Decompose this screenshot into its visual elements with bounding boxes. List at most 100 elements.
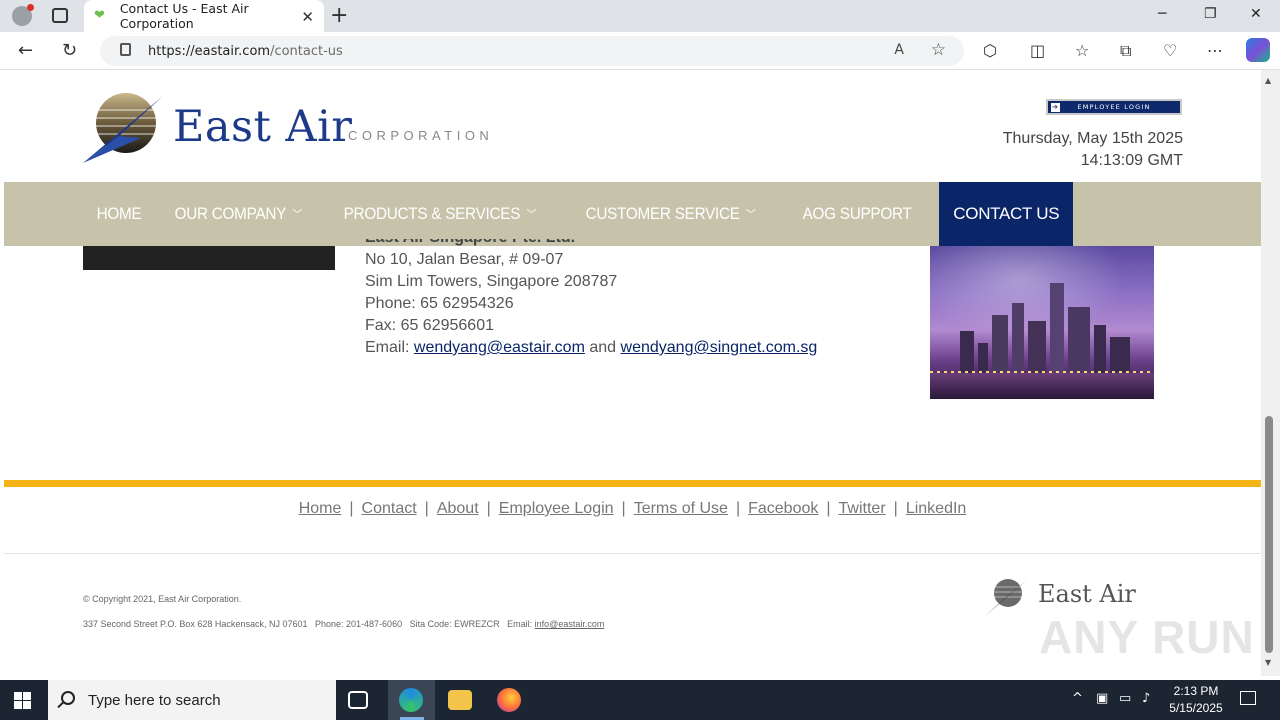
singapore-office-address: East Air Singapore Pte. Ltd. No 10, Jala… <box>365 228 817 359</box>
network-icon[interactable]: ▭ <box>1119 691 1131 706</box>
refresh-icon[interactable]: ↻ <box>62 40 77 61</box>
footer-logo-text: East Air <box>1038 580 1136 608</box>
task-view-icon[interactable] <box>348 691 368 709</box>
more-menu-icon[interactable]: ⋯ <box>1207 41 1223 60</box>
nav-label: CUSTOMER SERVICE <box>585 204 740 223</box>
copilot-icon[interactable] <box>1246 38 1270 62</box>
singapore-skyline-image <box>930 246 1154 399</box>
taskbar-time: 2:13 PM <box>1173 684 1219 698</box>
footer-email-label: Email: <box>507 619 533 629</box>
email-link-eastair[interactable]: wendyang@eastair.com <box>414 339 585 356</box>
anyrun-watermark: ANY RUN <box>1039 611 1255 663</box>
extensions-icon[interactable]: ⬡ <box>983 41 997 60</box>
nav-label: CONTACT US <box>953 204 1060 223</box>
footer-accent-bar <box>4 480 1261 487</box>
split-screen-icon[interactable]: ◫ <box>1030 41 1045 60</box>
new-tab-icon[interactable]: + <box>330 3 348 28</box>
firefox-icon[interactable] <box>497 688 521 712</box>
copyright-text: © Copyright 2021, East Air Corporation. <box>83 594 242 604</box>
nav-label: OUR COMPANY <box>174 204 286 223</box>
browser-essentials-icon[interactable]: ♡ <box>1163 41 1177 60</box>
sidebar-dark-panel <box>83 246 335 270</box>
footer-link-about[interactable]: About <box>437 500 479 517</box>
footer-links: Home | Contact | About | Employee Login | Terms … <box>4 500 1261 518</box>
divider: | <box>735 500 741 517</box>
notifications-icon[interactable] <box>1240 691 1256 705</box>
windows-start-icon[interactable] <box>14 692 31 709</box>
site-logo[interactable]: East Air CORPORATION <box>83 88 503 168</box>
office-address-line2: Sim Lim Towers, Singapore 208787 <box>365 273 618 290</box>
favorite-star-icon[interactable]: ☆ <box>931 40 946 60</box>
scroll-up-icon[interactable]: ▲ <box>1265 76 1271 85</box>
file-explorer-icon[interactable] <box>448 690 472 710</box>
url-path: /contact-us <box>270 43 343 59</box>
page-scrollbar[interactable]: ▲ ▼ <box>1261 70 1280 676</box>
volume-icon[interactable]: ♪ <box>1142 691 1150 706</box>
divider: | <box>424 500 429 517</box>
east-air-logo-icon <box>83 93 163 163</box>
divider: | <box>621 500 626 517</box>
chevron-down-icon: ﹀ <box>292 209 302 221</box>
footer-link-linkedin[interactable]: LinkedIn <box>906 500 967 517</box>
footer-email-link[interactable]: info@eastair.com <box>535 619 605 629</box>
minimize-icon[interactable]: ─ <box>1158 6 1166 22</box>
footer-address: 337 Second Street P.O. Box 628 Hackensac… <box>83 619 308 629</box>
device-icon[interactable]: ▣ <box>1096 691 1108 706</box>
header-date: Thursday, May 15th 2025 <box>1002 130 1183 147</box>
scroll-down-icon[interactable]: ▼ <box>1265 658 1271 667</box>
chevron-down-icon: ﹀ <box>526 209 537 221</box>
url-field[interactable]: https://eastair.com/contact-us A ☆ <box>100 36 964 66</box>
footer-contact-line: 337 Second Street P.O. Box 628 Hackensac… <box>83 619 604 629</box>
collections-icon[interactable]: ⧉ <box>1120 41 1131 61</box>
nav-item-our-company[interactable]: OUR COMPANY ﹀ <box>162 182 315 246</box>
employee-login-button[interactable]: ➔ EMPLOYEE LOGIN <box>1046 99 1182 115</box>
taskbar-search-box[interactable]: Type here to search <box>48 680 336 720</box>
address-bar-row: ← ↻ https://eastair.com/contact-us A ☆ ⬡… <box>0 32 1280 70</box>
header-datetime: Thursday, May 15th 2025 14:13:09 GMT <box>1003 128 1183 172</box>
office-fax: Fax: 65 62956601 <box>365 317 494 334</box>
footer-link-facebook[interactable]: Facebook <box>748 500 818 517</box>
email-link-singnet[interactable]: wendyang@singnet.com.sg <box>621 339 818 356</box>
divider: | <box>486 500 491 517</box>
nav-label: AOG SUPPORT <box>802 204 912 223</box>
nav-label: HOME <box>96 204 142 223</box>
divider: | <box>826 500 831 517</box>
scrollbar-thumb[interactable] <box>1265 416 1273 653</box>
read-aloud-icon[interactable]: A <box>894 42 904 58</box>
header-time: 14:13:09 GMT <box>1080 152 1183 169</box>
close-window-icon[interactable]: ✕ <box>1250 6 1262 22</box>
taskbar-clock[interactable]: 2:13 PM 5/15/2025 <box>1160 683 1232 717</box>
taskbar-search-placeholder: Type here to search <box>88 691 221 709</box>
close-tab-icon[interactable]: ✕ <box>301 8 314 26</box>
office-email-line: Email: wendyang@eastair.com and wendyang… <box>365 337 817 359</box>
nav-label: PRODUCTS & SERVICES <box>344 204 521 223</box>
taskbar-date: 5/15/2025 <box>1169 701 1223 715</box>
footer-phone: Phone: 201-487-6060 <box>315 619 403 629</box>
footer-divider <box>4 553 1261 554</box>
show-hidden-icons-icon[interactable]: ^ <box>1072 691 1083 706</box>
back-icon[interactable]: ← <box>18 40 33 61</box>
footer-link-twitter[interactable]: Twitter <box>839 500 886 517</box>
divider: | <box>349 500 354 517</box>
nav-item-contact-us[interactable]: CONTACT US <box>939 182 1074 246</box>
favorites-icon[interactable]: ☆ <box>1075 41 1089 60</box>
logo-brand-text: East Air <box>173 102 353 152</box>
profile-icon[interactable] <box>12 4 34 26</box>
browser-tab-strip: ❤ Contact Us - East Air Corporation ✕ + … <box>0 0 1280 32</box>
footer-link-employee-login[interactable]: Employee Login <box>499 500 614 517</box>
nav-item-home[interactable]: HOME <box>84 182 154 246</box>
employee-login-label: EMPLOYEE LOGIN <box>1077 103 1151 111</box>
email-label: Email: <box>365 339 410 356</box>
office-address-line1: No 10, Jalan Besar, # 09-07 <box>365 251 564 268</box>
edge-browser-icon[interactable] <box>399 688 423 712</box>
tab-actions-icon[interactable] <box>52 8 68 23</box>
footer-link-terms[interactable]: Terms of Use <box>634 500 728 517</box>
search-icon <box>61 691 75 705</box>
lock-icon[interactable] <box>120 43 131 56</box>
footer-link-home[interactable]: Home <box>299 500 342 517</box>
office-phone: Phone: 65 62954326 <box>365 295 514 312</box>
footer-link-contact[interactable]: Contact <box>362 500 417 517</box>
restore-icon[interactable]: ❐ <box>1204 6 1217 22</box>
arrow-right-icon: ➔ <box>1051 103 1060 112</box>
browser-tab-active[interactable]: ❤ Contact Us - East Air Corporation ✕ <box>84 0 324 32</box>
